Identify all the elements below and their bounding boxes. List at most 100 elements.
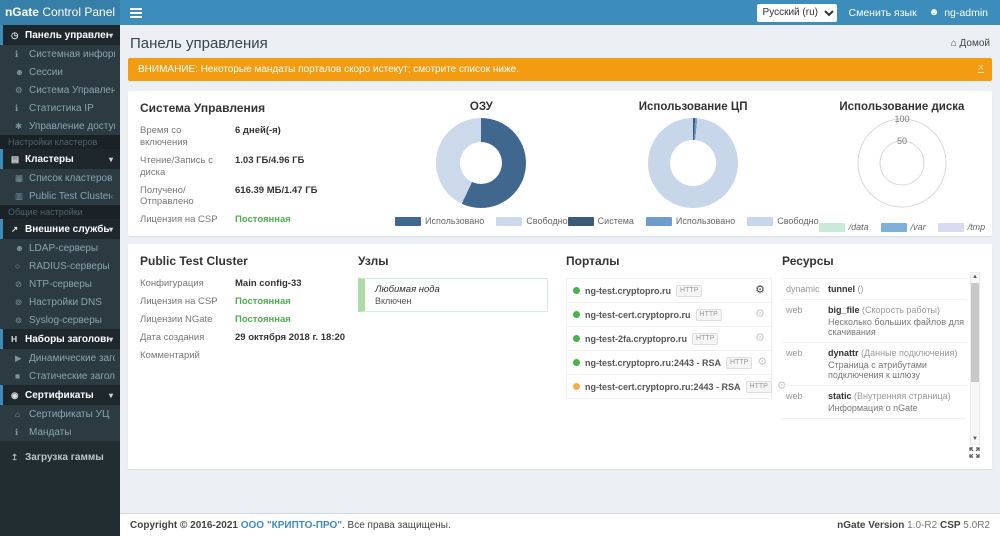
- metric-row: КонфигурацияMain config-33: [140, 278, 358, 290]
- metric-value: Постоянная: [235, 296, 291, 308]
- warning-close-button[interactable]: ×: [978, 63, 984, 74]
- sidebar-subitem[interactable]: ⚙Система Управления: [0, 81, 120, 99]
- expand-icon[interactable]: [969, 445, 980, 463]
- portal-row[interactable]: ng-test-cert.cryptopro.ruHTTP⚙: [567, 303, 771, 327]
- sidebar-submenu: ☻LDAP-серверы○RADIUS-серверы⊘NTP-серверы…: [0, 239, 120, 329]
- sidebar-subitem[interactable]: ☻Сессии: [0, 63, 120, 81]
- table-icon: ▥: [15, 191, 29, 202]
- sidebar-subitem[interactable]: ⊚Syslog-серверы: [0, 311, 120, 329]
- home-breadcrumb[interactable]: ⌂ Домой: [951, 38, 990, 49]
- sidebar-item[interactable]: HНаборы заголовков▾: [0, 329, 120, 349]
- info-icon: ℹ: [15, 49, 29, 60]
- scrollbar-thumb[interactable]: [971, 283, 979, 382]
- metric-label: Получено/Отправлено: [140, 185, 235, 209]
- copyright: Copyright © 2016-2021 ООО "КРИПТО-ПРО". …: [130, 520, 451, 531]
- sidebar-submenu: ℹСистемная информация☻Сессии⚙Система Упр…: [0, 45, 120, 135]
- legend-label: Свободно: [526, 216, 567, 226]
- version-label: nGate Version: [837, 520, 904, 531]
- resource-body: dynattr (Данные подключения)Страница с а…: [828, 348, 966, 380]
- resource-title-line: tunnel (): [828, 284, 864, 294]
- ram-donut-chart: [436, 118, 526, 208]
- sidebar-subitem-label: Системная информация: [29, 49, 115, 60]
- resource-row[interactable]: webstatic (Внутренняя страница)Информаци…: [782, 386, 966, 419]
- legend-item: Свободно: [747, 216, 818, 226]
- resources-list: dynamictunnel ()webbig_file (Скорость ра…: [782, 278, 966, 419]
- portal-row[interactable]: ng-test.cryptopro.ru:2443 - RSAHTTP⚙: [567, 351, 771, 375]
- gear-icon[interactable]: ⚙: [755, 285, 765, 296]
- sidebar-subitem[interactable]: ▶Динамические заголовки: [0, 349, 120, 367]
- sidebar-subitem[interactable]: ■Статические заголовки: [0, 367, 120, 385]
- legend-label: Использовано: [676, 216, 735, 226]
- gear-icon[interactable]: ⚙: [755, 333, 765, 344]
- portal-row[interactable]: ng-test.cryptopro.ruHTTP⚙: [567, 279, 771, 303]
- sidebar-subitem[interactable]: ✱Управление доступом: [0, 117, 120, 135]
- gear-icon[interactable]: ⚙: [757, 357, 767, 368]
- sidebar-item[interactable]: ↥Загрузка гаммы: [0, 447, 120, 467]
- sidebar-item[interactable]: ◉Сертификаты▾: [0, 385, 120, 405]
- sidebar-item[interactable]: ▤Кластеры▾: [0, 149, 120, 169]
- legend-item: Использовано: [646, 216, 735, 226]
- legend-swatch: [568, 217, 594, 226]
- clock-icon: ⊘: [15, 279, 29, 290]
- cluster-panel-rows: КонфигурацияMain config-33Лицензия на CS…: [140, 278, 358, 361]
- status-dot-icon: [573, 311, 580, 318]
- chevron-left-icon: ‹: [110, 192, 115, 201]
- sidebar-subitem[interactable]: ☻LDAP-серверы: [0, 239, 120, 257]
- resource-row[interactable]: webbig_file (Скорость работы)Несколько б…: [782, 300, 966, 343]
- language-select[interactable]: Русский (ru): [757, 4, 837, 22]
- company-link[interactable]: ООО "КРИПТО-ПРО": [241, 520, 342, 531]
- app-logo[interactable]: nGate Control Panel: [0, 0, 120, 25]
- resource-title-line: dynattr (Данные подключения): [828, 348, 966, 358]
- portal-row[interactable]: ng-test-cert.cryptopro.ru:2443 - RSAHTTP…: [567, 375, 771, 399]
- hamburger-menu-icon[interactable]: [130, 8, 142, 18]
- system-panel: Система Управления Время со включения6 д…: [140, 101, 395, 228]
- gear-icon[interactable]: ⚙: [755, 309, 765, 320]
- navbar: Русский (ru) Сменить язык ☻ ng-admin: [120, 0, 1000, 25]
- change-language-button[interactable]: Сменить язык: [849, 7, 917, 19]
- sidebar-subitem-label: Список кластеров: [29, 173, 115, 184]
- sidebar-item[interactable]: ◷Панель управления▾: [0, 25, 120, 45]
- sidebar-subitem[interactable]: ⌂Сертификаты УЦ: [0, 405, 120, 423]
- sidebar-item-label: Наборы заголовков: [25, 334, 109, 345]
- scroll-down-icon[interactable]: ▼: [972, 435, 978, 444]
- sidebar-subitem-label: NTP-серверы: [29, 279, 115, 290]
- sidebar-item-label: Кластеры: [25, 154, 109, 165]
- node-card[interactable]: Любимая нода Включен: [358, 278, 548, 312]
- play-icon: ▶: [15, 353, 29, 364]
- portals-panel-title: Порталы: [566, 254, 772, 268]
- resource-description: Несколько больших файлов для скачивания: [828, 317, 966, 337]
- resource-row[interactable]: dynamictunnel (): [782, 279, 966, 300]
- nodes-panel-title: Узлы: [358, 254, 566, 268]
- globe-icon: ⊚: [15, 297, 29, 308]
- app-logo-bold: nGate: [5, 5, 39, 19]
- sidebar-submenu: ▶Динамические заголовки■Статические заго…: [0, 349, 120, 385]
- resource-name: big_file: [828, 305, 860, 315]
- sidebar-subitem[interactable]: ▦Список кластеров: [0, 169, 120, 187]
- resource-row[interactable]: webdynattr (Данные подключения)Страница …: [782, 343, 966, 386]
- sidebar-subitem[interactable]: ▥Public Test Cluster‹: [0, 187, 120, 205]
- sidebar-subitem[interactable]: ℹМандаты: [0, 423, 120, 441]
- scroll-up-icon[interactable]: ▲: [972, 273, 978, 282]
- sidebar-item[interactable]: ↗Внешние службы▾: [0, 219, 120, 239]
- protocol-badge: HTTP: [676, 285, 702, 297]
- user-menu[interactable]: ☻ ng-admin: [929, 7, 988, 19]
- protocol-badge: HTTP: [692, 333, 718, 345]
- resource-body: big_file (Скорость работы)Несколько боль…: [828, 305, 966, 337]
- cluster-panel: Public Test Cluster КонфигурацияMain con…: [140, 254, 358, 459]
- protocol-badge: HTTP: [696, 309, 722, 321]
- sidebar-subitem[interactable]: ○RADIUS-серверы: [0, 257, 120, 275]
- resources-scrollbar[interactable]: ▲ ▼: [970, 272, 980, 445]
- sidebar-subitem[interactable]: ⊘NTP-серверы: [0, 275, 120, 293]
- server-icon: ▤: [11, 154, 25, 165]
- app-logo-rest: Control Panel: [39, 5, 115, 19]
- legend-swatch: [819, 223, 845, 232]
- portal-row[interactable]: ng-test-2fa.cryptopro.ruHTTP⚙: [567, 327, 771, 351]
- sidebar-subitem[interactable]: ⊚Настройки DNS: [0, 293, 120, 311]
- sidebar-subitem[interactable]: ℹСистемная информация: [0, 45, 120, 63]
- warning-banner: ВНИМАНИЕ: Некоторые мандаты порталов ско…: [128, 58, 992, 81]
- sidebar-subitem[interactable]: ℹСтатистика IP: [0, 99, 120, 117]
- status-dot-icon: [573, 383, 580, 390]
- portals-panel: Порталы ng-test.cryptopro.ruHTTP⚙ng-test…: [566, 254, 782, 459]
- main-content: Панель управления ⌂ Домой ВНИМАНИЕ: Неко…: [120, 25, 1000, 513]
- stop-icon: ■: [15, 371, 29, 381]
